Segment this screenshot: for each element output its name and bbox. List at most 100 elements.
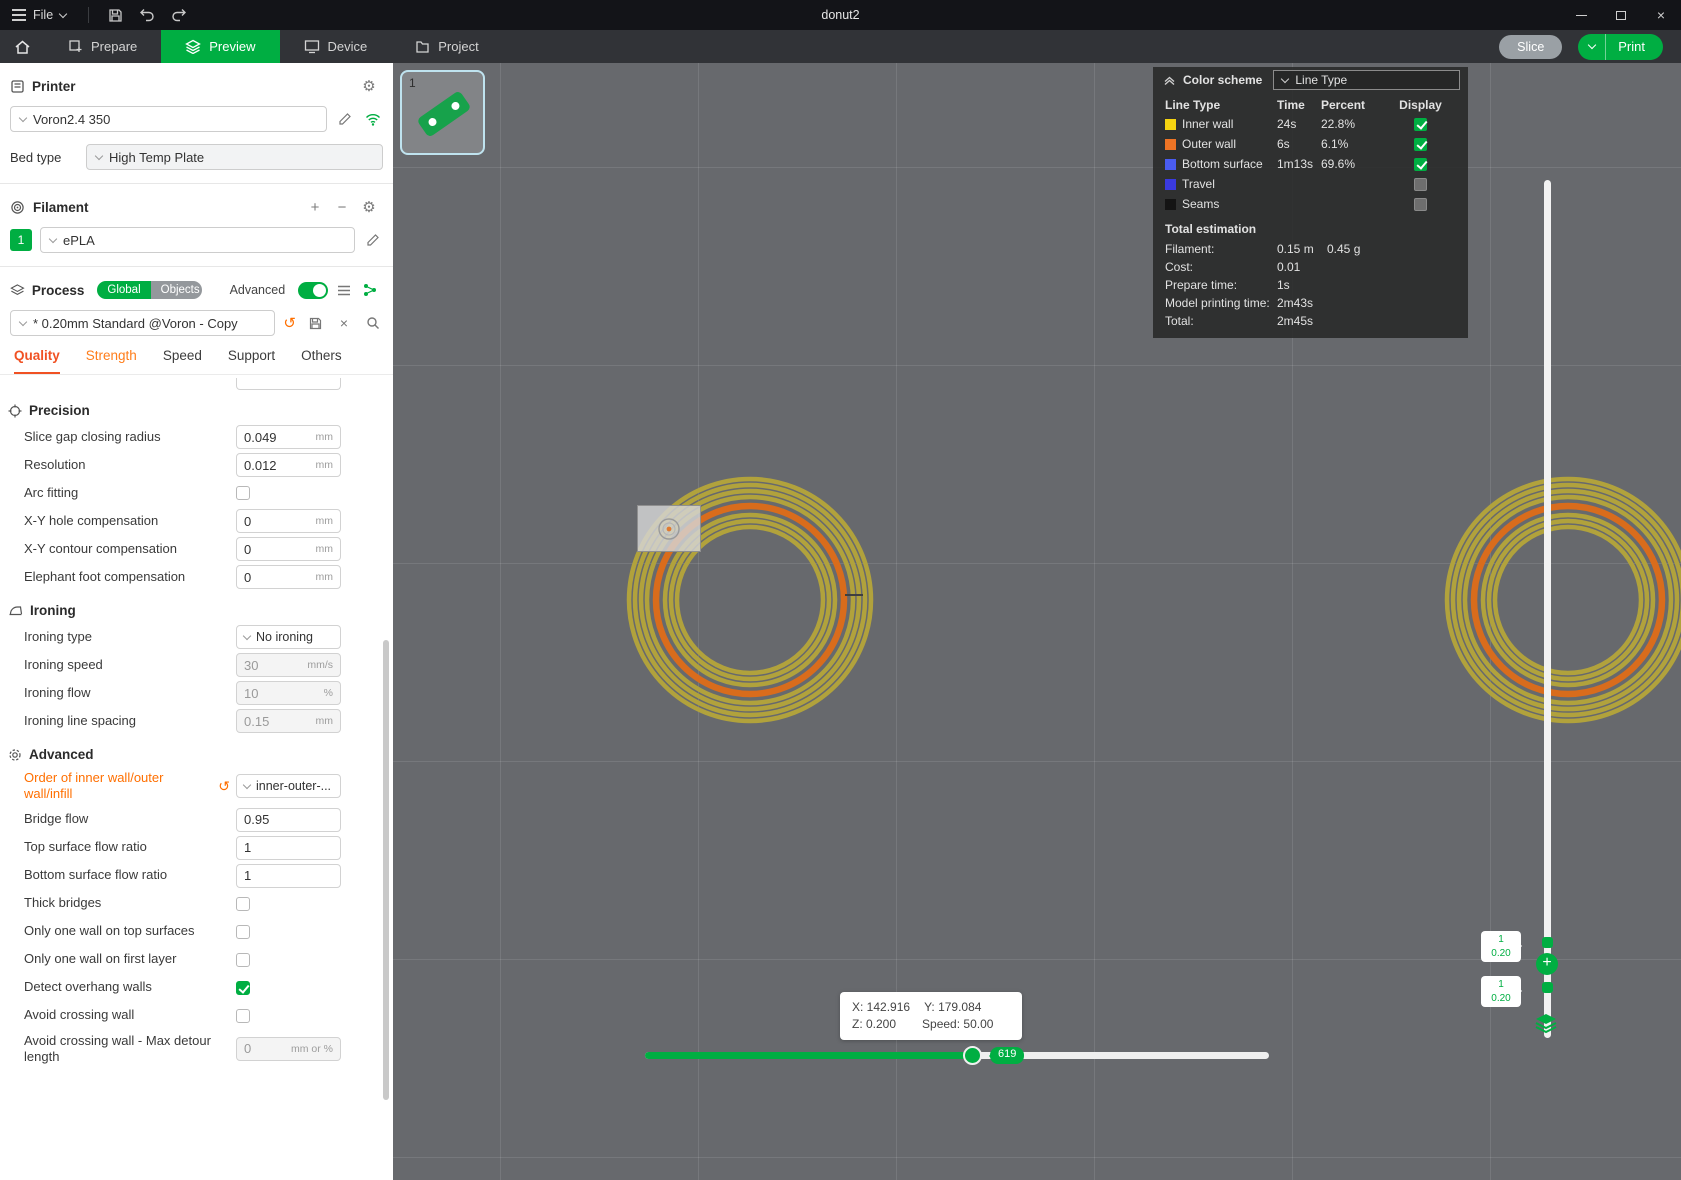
setting-checkbox[interactable] — [236, 924, 250, 939]
setting-input[interactable]: 30 mm/s — [236, 653, 341, 677]
setting-row: Slice gap closing radius 0.049 mm — [0, 423, 393, 451]
setting-input[interactable]: 0 mm or % — [236, 1036, 341, 1061]
col-percent: Percent — [1321, 97, 1366, 112]
setting-select[interactable]: inner-outer-... — [236, 774, 341, 799]
printer-select-value: Voron2.4 350 — [33, 111, 111, 127]
tab-others[interactable]: Others — [301, 348, 342, 374]
setting-input[interactable]: 0 mm — [236, 537, 341, 561]
setting-input[interactable]: 1 — [236, 863, 341, 888]
setting-select[interactable]: No ironing — [236, 625, 341, 649]
remove-filament-button[interactable]: − — [332, 197, 352, 217]
setting-input[interactable]: 0.049 mm — [236, 425, 341, 449]
line-type-row: Seams — [1153, 194, 1468, 214]
close-button[interactable]: × — [1641, 0, 1681, 30]
preset-delete-button[interactable]: × — [334, 313, 354, 333]
tab-prepare[interactable]: Prepare — [44, 30, 161, 63]
parameter-table-button[interactable] — [335, 280, 354, 300]
sidebar-scrollbar[interactable] — [383, 640, 389, 1100]
slice-button[interactable]: Slice — [1499, 34, 1563, 59]
setting-input[interactable]: 0.012 mm — [236, 453, 341, 477]
precision-section-title: Precision — [29, 403, 90, 418]
display-checkbox[interactable] — [1414, 117, 1427, 131]
color-scheme-title: Color scheme — [1183, 73, 1263, 87]
minimize-button[interactable] — [1561, 0, 1601, 30]
chevron-down-icon — [58, 9, 68, 18]
preset-save-button[interactable] — [305, 313, 325, 333]
setting-checkbox[interactable] — [236, 896, 250, 911]
filament-section-title: Filament — [33, 199, 89, 215]
scope-objects-button[interactable]: Objects — [150, 281, 202, 299]
print-button[interactable]: Print — [1578, 33, 1663, 60]
collapse-icon[interactable] — [1163, 74, 1176, 86]
setting-input[interactable]: 0 mm — [236, 509, 341, 533]
display-checkbox[interactable] — [1414, 157, 1427, 171]
layer-slider-handle-top[interactable] — [1542, 937, 1553, 948]
maximize-button[interactable] — [1601, 0, 1641, 30]
chevron-down-icon — [242, 631, 252, 640]
setting-checkbox[interactable] — [236, 980, 250, 995]
advanced-mode-toggle[interactable] — [298, 281, 328, 299]
setting-input[interactable] — [236, 378, 341, 390]
reset-setting-button[interactable]: ↺ — [218, 778, 230, 795]
main-nav: Prepare Preview Device Project Slice Pri… — [0, 30, 1681, 63]
filament-settings-button[interactable]: ⚙ — [359, 197, 379, 217]
move-slider[interactable]: 619 — [645, 1046, 1269, 1065]
process-preset-select[interactable]: * 0.20mm Standard @Voron - Copy — [10, 310, 276, 336]
add-filament-button[interactable]: + — [305, 197, 325, 217]
tab-support[interactable]: Support — [228, 348, 275, 374]
file-menu-label: File — [33, 8, 54, 22]
tab-strength[interactable]: Strength — [86, 348, 137, 374]
undo-button[interactable] — [131, 0, 163, 30]
printer-connection-button[interactable] — [363, 109, 383, 129]
tab-quality[interactable]: Quality — [14, 348, 60, 374]
layers-mode-button[interactable] — [1534, 1011, 1558, 1035]
compare-presets-button[interactable] — [360, 280, 379, 300]
color-scheme-select[interactable]: Line Type — [1273, 70, 1460, 90]
home-button[interactable] — [0, 30, 44, 63]
preset-search-button[interactable] — [363, 313, 383, 333]
print-dropdown-button[interactable] — [1578, 33, 1607, 60]
tab-preview[interactable]: Preview — [161, 30, 280, 63]
setting-input[interactable]: 1 — [236, 835, 341, 860]
bed-type-select[interactable]: High Temp Plate — [86, 144, 383, 170]
setting-checkbox[interactable] — [236, 952, 250, 967]
setting-input[interactable]: 10% — [236, 681, 341, 705]
add-color-change-button[interactable]: + — [1536, 953, 1558, 975]
tab-device[interactable]: Device — [280, 30, 392, 63]
printer-settings-button[interactable]: ⚙ — [359, 76, 379, 96]
display-checkbox[interactable] — [1414, 137, 1427, 151]
setting-checkbox[interactable] — [236, 1008, 250, 1023]
scope-global-button[interactable]: Global — [97, 281, 151, 299]
preset-reset-button[interactable]: ↺ — [283, 314, 296, 332]
search-icon — [367, 317, 379, 329]
seams-swatch — [1165, 198, 1176, 210]
filament-icon — [11, 200, 24, 214]
redo-button[interactable] — [163, 0, 195, 30]
layer-badge-bottom[interactable]: 1 0.20 — [1481, 976, 1522, 1007]
plate-thumbnail[interactable]: 1 — [400, 70, 485, 155]
setting-input[interactable]: 0.95 — [236, 807, 341, 832]
process-scope-toggle: Global Objects — [97, 281, 202, 299]
printer-select[interactable]: Voron2.4 350 — [10, 106, 327, 132]
layer-slider[interactable] — [1542, 180, 1553, 1038]
file-menu-button[interactable]: File — [0, 0, 78, 30]
color-scheme-mode: Line Type — [1295, 73, 1348, 87]
setting-input[interactable]: 0 mm — [236, 565, 341, 589]
printer-edit-button[interactable] — [335, 109, 355, 129]
advanced-mode-label: Advanced — [229, 283, 286, 297]
save-button[interactable] — [99, 0, 131, 30]
display-checkbox[interactable] — [1414, 177, 1427, 191]
setting-checkbox[interactable] — [236, 486, 250, 500]
display-checkbox[interactable] — [1414, 197, 1427, 211]
filament-edit-button[interactable] — [363, 230, 383, 250]
layer-badge-top[interactable]: 1 0.20 — [1481, 931, 1522, 962]
tab-project[interactable]: Project — [391, 30, 502, 63]
move-slider-handle[interactable] — [963, 1046, 982, 1065]
layer-slider-handle-bottom[interactable] — [1542, 982, 1553, 993]
gcode-viewport[interactable]: 1 Color scheme Line Type Line Type Time … — [393, 63, 1681, 1180]
tab-speed[interactable]: Speed — [163, 348, 202, 374]
stat-row: Total: 2m45s — [1165, 314, 1314, 328]
filament-select-value: ePLA — [63, 232, 95, 248]
filament-select[interactable]: ePLA — [40, 227, 355, 253]
setting-input[interactable]: 0.15 mm — [236, 709, 341, 733]
